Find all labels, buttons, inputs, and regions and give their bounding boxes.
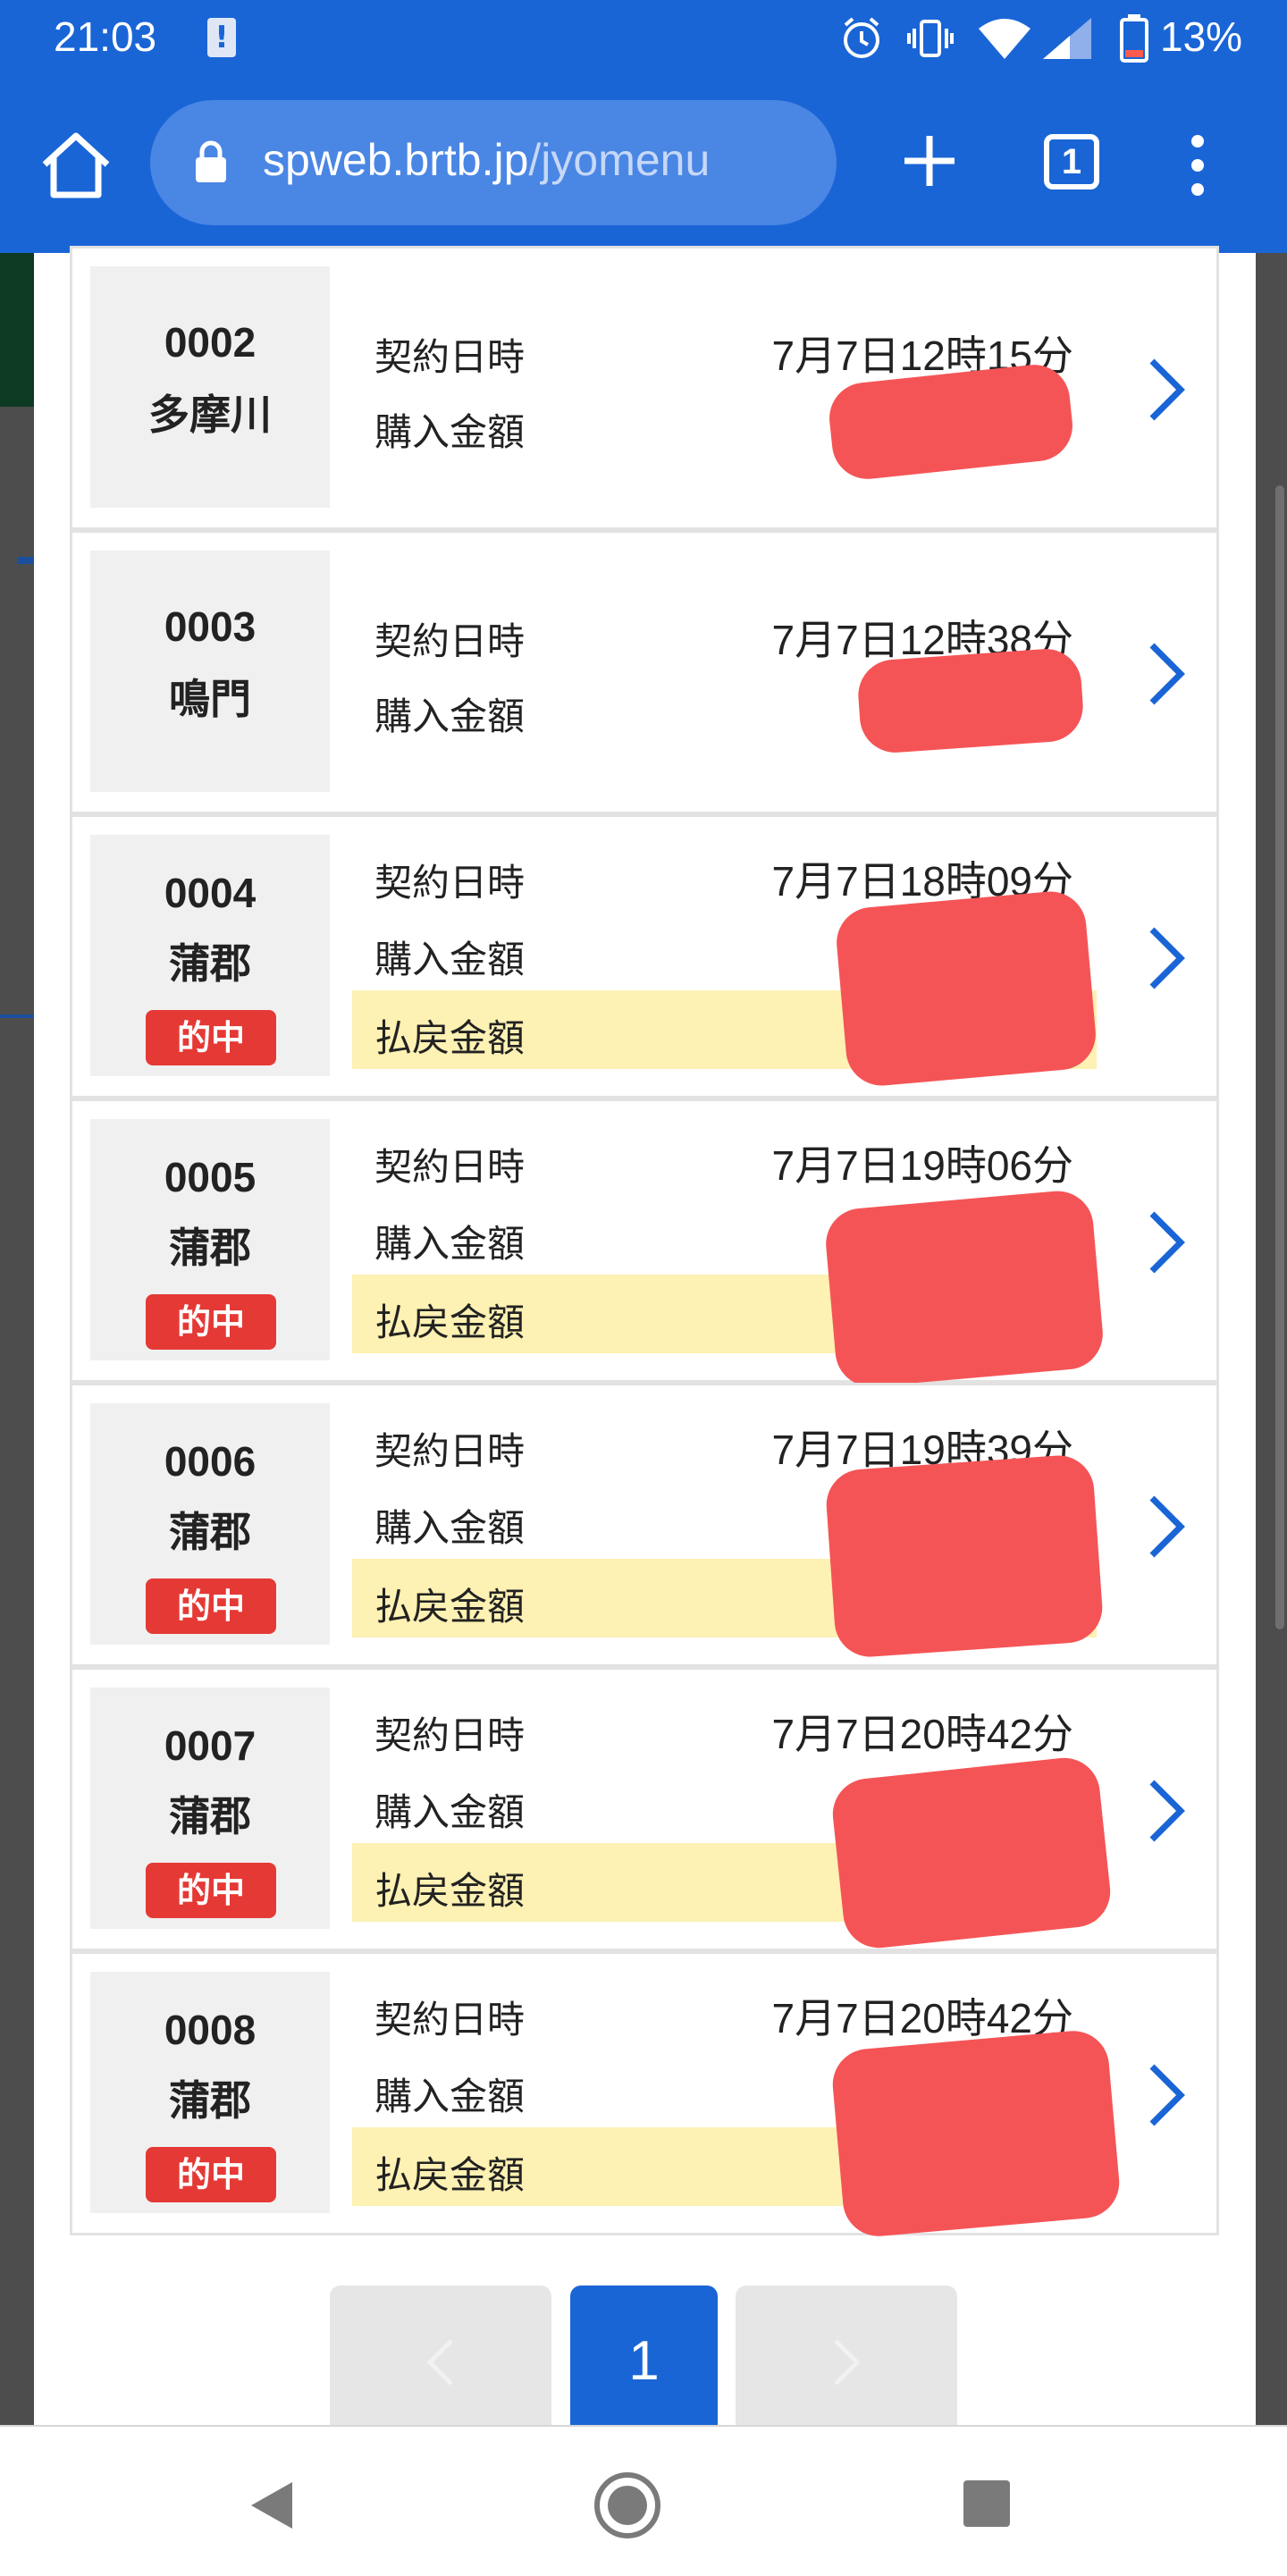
list-item[interactable]: 0006 蒲郡 的中 契約日時 7月7日19時39分 購入金額 払戻金額 bbox=[70, 1383, 1219, 1667]
purchase-label: 購入金額 bbox=[374, 1790, 526, 1834]
tab-switcher-button[interactable]: 1 bbox=[1044, 134, 1099, 189]
hit-badge: 的中 bbox=[146, 1578, 276, 1634]
race-number: 0007 bbox=[164, 1722, 257, 1769]
more-menu-icon[interactable] bbox=[1180, 134, 1216, 197]
url-text: spweb.brtb.jp/jyomenu bbox=[263, 134, 710, 186]
chevron-right-icon[interactable] bbox=[1143, 1775, 1190, 1847]
contract-label: 契約日時 bbox=[374, 619, 526, 663]
hit-badge: 的中 bbox=[146, 2147, 276, 2202]
venue-name: 鳴門 bbox=[169, 675, 251, 723]
venue-name: 蒲郡 bbox=[169, 1508, 251, 1556]
contract-datetime: 7月7日20時42分 bbox=[771, 1711, 1074, 1757]
payout-label: 払戻金額 bbox=[374, 2153, 526, 2197]
wifi-icon bbox=[979, 19, 1030, 59]
hit-badge: 的中 bbox=[146, 1863, 276, 1918]
list-item[interactable]: 0008 蒲郡 的中 契約日時 7月7日20時42分 購入金額 払戻金額 bbox=[70, 1951, 1219, 2240]
race-number: 0002 bbox=[164, 319, 257, 366]
home-icon[interactable] bbox=[38, 127, 114, 204]
back-icon[interactable] bbox=[246, 2479, 296, 2532]
venue-name: 蒲郡 bbox=[169, 1224, 251, 1272]
url-domain: spweb.brtb.jp bbox=[263, 135, 529, 185]
status-bar: 21:03 ! 13% bbox=[0, 0, 1287, 79]
contract-datetime: 7月7日19時06分 bbox=[771, 1142, 1074, 1189]
purchase-label: 購入金額 bbox=[374, 1222, 526, 1266]
payout-label: 払戻金額 bbox=[374, 1869, 526, 1913]
scrollbar[interactable] bbox=[1275, 485, 1284, 1629]
status-time: 21:03 bbox=[54, 13, 157, 60]
venue-box: 0004 蒲郡 的中 bbox=[90, 835, 330, 1076]
chevron-right-icon[interactable] bbox=[1143, 638, 1190, 710]
lock-icon bbox=[196, 140, 226, 182]
venue-name: 蒲郡 bbox=[169, 1792, 251, 1840]
redacted-amount bbox=[855, 646, 1086, 755]
new-tab-icon[interactable] bbox=[894, 125, 965, 197]
pagination-next-button[interactable] bbox=[736, 2286, 957, 2437]
background-page-left bbox=[0, 253, 34, 2425]
battery-icon bbox=[1120, 14, 1148, 63]
chevron-right-icon[interactable] bbox=[1143, 1491, 1190, 1562]
redacted-amount bbox=[829, 1754, 1115, 1952]
purchase-label: 購入金額 bbox=[374, 938, 526, 981]
contract-label: 契約日時 bbox=[374, 1998, 526, 2041]
contract-label: 契約日時 bbox=[374, 1429, 526, 1473]
signal-icon bbox=[1043, 18, 1091, 59]
address-bar[interactable]: spweb.brtb.jp/jyomenu bbox=[150, 100, 837, 225]
contract-label: 契約日時 bbox=[374, 335, 526, 379]
venue-box: 0007 蒲郡 的中 bbox=[90, 1688, 330, 1929]
race-number: 0006 bbox=[164, 1438, 257, 1485]
payout-label: 払戻金額 bbox=[374, 1301, 526, 1344]
contract-label: 契約日時 bbox=[374, 1713, 526, 1757]
chevron-right-icon[interactable] bbox=[1143, 1207, 1190, 1278]
notification-alert-icon: ! bbox=[207, 18, 236, 57]
venue-box: 0002 多摩川 bbox=[90, 266, 330, 508]
list-item[interactable]: 0002 多摩川 契約日時 7月7日12時15分 購入金額 bbox=[70, 246, 1219, 530]
pagination-current-page[interactable]: 1 bbox=[570, 2286, 718, 2437]
venue-box: 0008 蒲郡 的中 bbox=[90, 1972, 330, 2213]
vibrate-icon bbox=[907, 20, 954, 57]
battery-percent: 13% bbox=[1160, 13, 1243, 60]
chevron-right-icon[interactable] bbox=[1143, 354, 1190, 425]
redacted-amount bbox=[833, 888, 1099, 1089]
contract-label: 契約日時 bbox=[374, 861, 526, 905]
home-nav-icon[interactable] bbox=[592, 2470, 663, 2541]
background-page-right bbox=[1256, 253, 1287, 2425]
system-nav-bar bbox=[0, 2425, 1287, 2576]
venue-box: 0003 鳴門 bbox=[90, 551, 330, 792]
chevron-left-icon bbox=[426, 2339, 453, 2386]
purchase-label: 購入金額 bbox=[374, 2075, 526, 2118]
recent-apps-icon[interactable] bbox=[963, 2480, 1010, 2527]
redacted-amount bbox=[824, 1452, 1105, 1660]
browser-chrome: 21:03 ! 13% spweb.brtb.jp/jyomenu 1 bbox=[0, 0, 1287, 253]
race-number: 0008 bbox=[164, 2007, 257, 2053]
venue-name: 蒲郡 bbox=[169, 939, 251, 988]
race-number: 0003 bbox=[164, 603, 257, 650]
purchase-label: 購入金額 bbox=[374, 695, 526, 738]
list-item[interactable]: 0004 蒲郡 的中 契約日時 7月7日18時09分 購入金額 払戻金額 bbox=[70, 814, 1219, 1099]
redacted-amount bbox=[822, 1188, 1106, 1390]
venue-box: 0006 蒲郡 的中 bbox=[90, 1403, 330, 1645]
hit-badge: 的中 bbox=[146, 1294, 276, 1350]
payout-label: 払戻金額 bbox=[374, 1585, 526, 1629]
alarm-icon bbox=[844, 17, 879, 58]
contract-datetime: 7月7日20時42分 bbox=[771, 1995, 1074, 2041]
venue-name: 多摩川 bbox=[148, 391, 272, 439]
list-item[interactable]: 0005 蒲郡 的中 契約日時 7月7日19時06分 購入金額 払戻金額 bbox=[70, 1099, 1219, 1390]
list-item[interactable]: 0007 蒲郡 的中 契約日時 7月7日20時42分 購入金額 払戻金額 bbox=[70, 1667, 1219, 1952]
race-number: 0004 bbox=[164, 870, 257, 916]
redacted-amount bbox=[829, 2027, 1123, 2240]
list-item[interactable]: 0003 鳴門 契約日時 7月7日12時38分 購入金額 bbox=[70, 530, 1219, 814]
venue-name: 蒲郡 bbox=[169, 2076, 251, 2125]
chevron-right-icon[interactable] bbox=[1143, 2059, 1190, 2131]
venue-box: 0005 蒲郡 的中 bbox=[90, 1119, 330, 1360]
purchase-label: 購入金額 bbox=[374, 1506, 526, 1550]
payout-label: 払戻金額 bbox=[374, 1016, 526, 1060]
race-number: 0005 bbox=[164, 1154, 257, 1200]
contract-label: 契約日時 bbox=[374, 1145, 526, 1189]
chevron-right-icon[interactable] bbox=[1143, 922, 1190, 994]
pagination-prev-button[interactable] bbox=[330, 2286, 551, 2437]
hit-badge: 的中 bbox=[146, 1010, 276, 1065]
chevron-right-icon bbox=[834, 2339, 861, 2386]
purchase-label: 購入金額 bbox=[374, 410, 526, 454]
url-path: /jyomenu bbox=[528, 135, 711, 185]
